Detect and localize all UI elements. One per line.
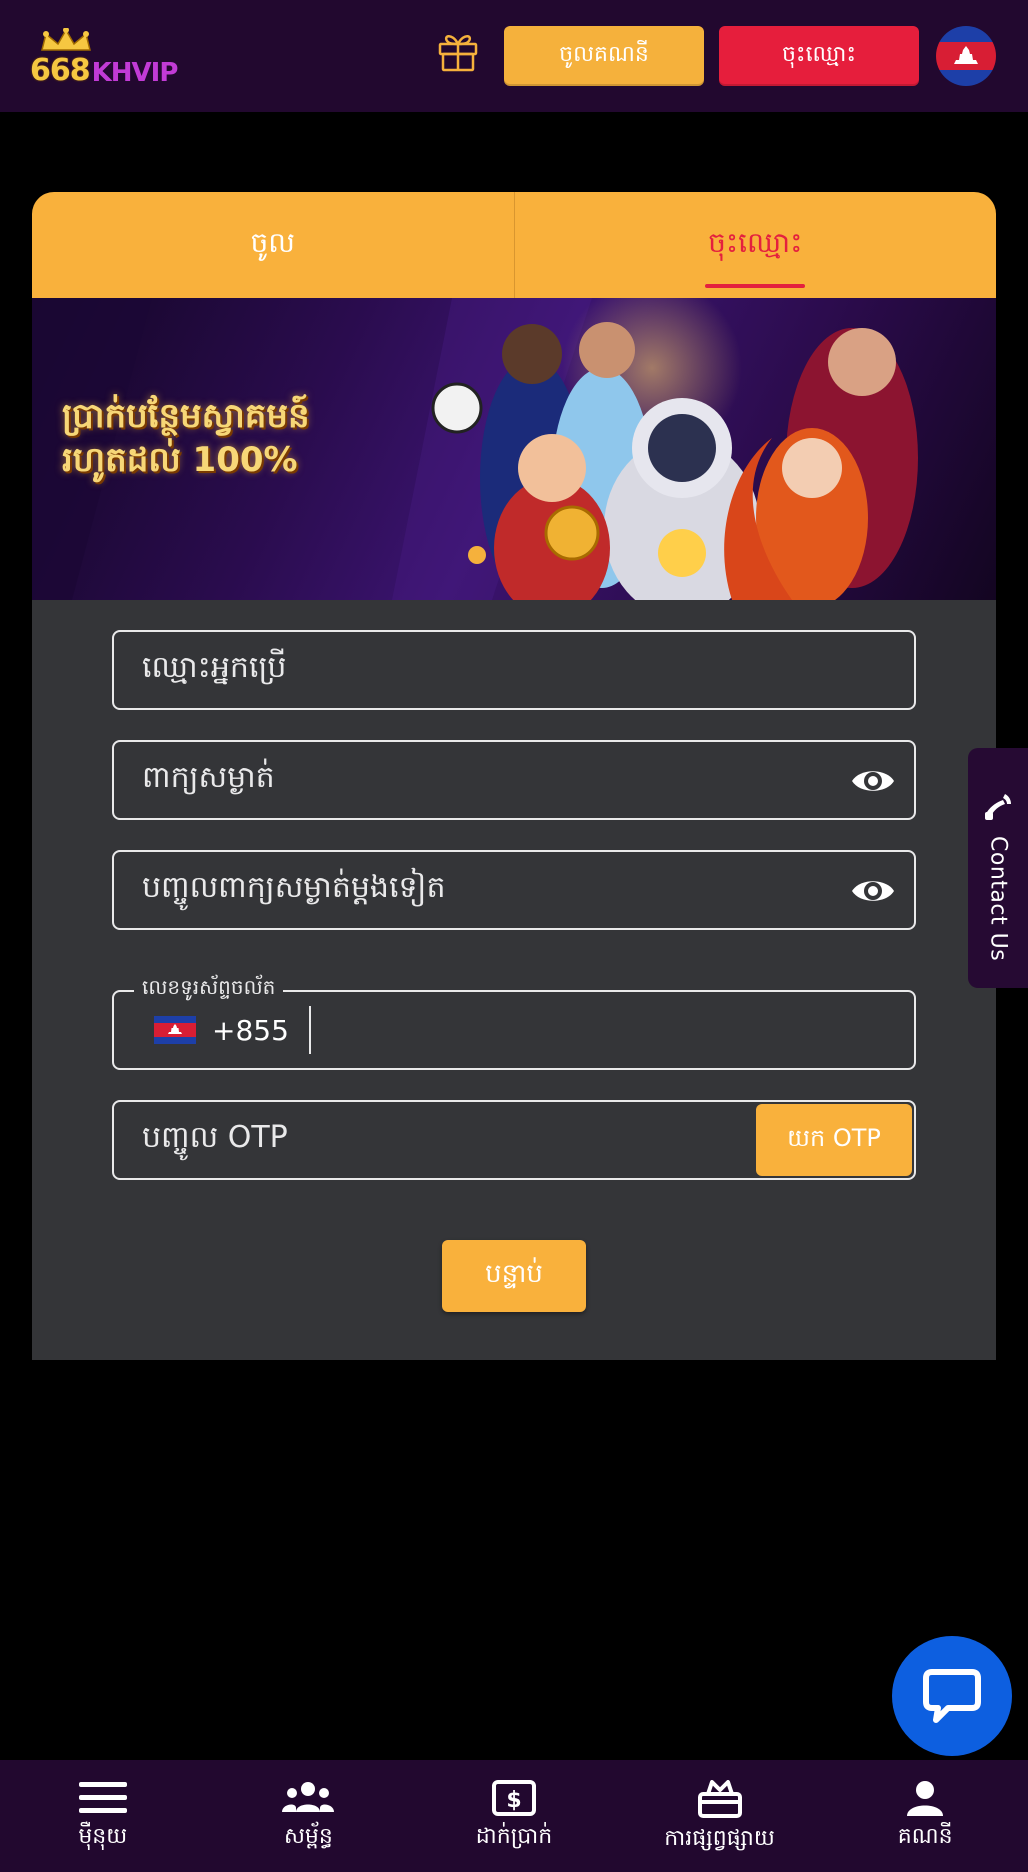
- nav-menu-label: ម៉ឺនុយ: [78, 1824, 128, 1849]
- nav-affiliate-label: សម្ព័ន្ធ: [283, 1824, 333, 1849]
- header-register-button[interactable]: ចុះឈ្មោះ: [719, 26, 919, 86]
- phone-separator: [308, 1006, 311, 1054]
- group-icon: [282, 1782, 335, 1812]
- nav-affiliate[interactable]: សម្ព័ន្ធ: [206, 1760, 412, 1872]
- nav-menu[interactable]: ម៉ឺនុយ: [0, 1760, 206, 1872]
- tab-login-label: ចូល: [250, 225, 295, 259]
- tab-login[interactable]: ចូល: [32, 192, 514, 298]
- live-chat-button[interactable]: [892, 1636, 1012, 1756]
- contact-us-tab[interactable]: Contact Us: [968, 748, 1028, 988]
- confirm-password-placeholder: បញ្ចូលពាក្យសម្ងាត់ម្តងទៀត: [142, 870, 446, 905]
- phone-label: លេខទូរស័ព្ទចល័ត: [134, 974, 284, 1004]
- phone-field[interactable]: លេខទូរស័ព្ទចល័ត +855: [112, 974, 916, 1070]
- nav-promotion-label: ការផ្សព្វផ្សាយ: [664, 1826, 775, 1851]
- active-tab-underline: [705, 284, 806, 288]
- username-field[interactable]: ឈ្មោះអ្នកប្រើ: [112, 630, 916, 710]
- banner-line-1: ប្រាក់បន្ថែមស្វាគមន៍: [62, 396, 310, 436]
- carousel-dot-active[interactable]: [468, 546, 486, 564]
- nav-account[interactable]: គណនី: [822, 1760, 1028, 1872]
- language-flag-button[interactable]: [936, 26, 996, 86]
- deposit-icon: $: [491, 1780, 536, 1816]
- nav-promotion[interactable]: ការផ្សព្វផ្សាយ: [617, 1760, 823, 1872]
- logo-brand: KHVIP: [91, 58, 179, 88]
- contact-us-label: Contact Us: [985, 836, 1011, 962]
- header: 668 KHVIP ចូលគណនី ចុះឈ្មោះ: [0, 0, 1028, 112]
- crown-icon: [41, 28, 91, 51]
- get-otp-button[interactable]: យក OTP: [756, 1104, 912, 1176]
- phone-country-code: +855: [212, 1013, 289, 1047]
- account-icon: [907, 1781, 944, 1816]
- logo-number: 668: [30, 53, 91, 88]
- password-field[interactable]: ពាក្យសម្ងាត់: [112, 740, 916, 820]
- nav-account-label: គណនី: [897, 1824, 953, 1849]
- banner-line-2: រហូតដល់ 100%: [62, 440, 298, 480]
- otp-placeholder: បញ្ចូល OTP: [142, 1120, 288, 1155]
- eye-icon[interactable]: [850, 760, 896, 802]
- logo[interactable]: 668 KHVIP: [30, 28, 210, 88]
- password-placeholder: ពាក្យសម្ងាត់: [142, 760, 275, 795]
- promotion-icon: [697, 1780, 742, 1818]
- banner-headline: ប្រាក់បន្ថែមស្វាគមន៍ រហូតដល់ 100%: [62, 394, 442, 482]
- cambodia-flag-icon[interactable]: [154, 1016, 196, 1044]
- next-button[interactable]: បន្ទាប់: [442, 1240, 586, 1312]
- menu-icon: [78, 1782, 127, 1813]
- tab-register-label: ចុះឈ្មោះ: [708, 225, 803, 259]
- nav-deposit[interactable]: $ ដាក់ប្រាក់: [411, 1760, 617, 1872]
- chat-icon: [923, 1669, 981, 1723]
- svg-text:$: $: [506, 1788, 521, 1813]
- eye-icon[interactable]: [850, 870, 896, 912]
- register-form: ឈ្មោះអ្នកប្រើ ពាក្យសម្ងាត់ បញ្ចូលពាក្យសម…: [32, 600, 996, 1360]
- auth-tabs: ចូល ចុះឈ្មោះ: [32, 192, 996, 298]
- nav-deposit-label: ដាក់ប្រាក់: [475, 1824, 553, 1849]
- otp-field[interactable]: បញ្ចូល OTP យក OTP: [112, 1100, 916, 1180]
- phone-icon: [985, 794, 1011, 820]
- confirm-password-field[interactable]: បញ្ចូលពាក្យសម្ងាត់ម្តងទៀត: [112, 850, 916, 930]
- promo-banner[interactable]: ប្រាក់បន្ថែមស្វាគមន៍ រហូតដល់ 100%: [32, 298, 996, 600]
- tab-register[interactable]: ចុះឈ្មោះ: [513, 192, 997, 298]
- page: 668 KHVIP ចូលគណនី ចុះឈ្មោះ ចូល ចុះឈ្មោះ …: [0, 0, 1028, 1872]
- gift-icon[interactable]: [434, 26, 482, 74]
- header-login-button[interactable]: ចូលគណនី: [504, 26, 704, 86]
- cambodia-flag-icon: [936, 26, 996, 86]
- username-placeholder: ឈ្មោះអ្នកប្រើ: [142, 650, 287, 685]
- bottom-nav: ម៉ឺនុយ សម្ព័ន្ធ $ ដាក់ប្រាក់ ការផ្សព្វផ្…: [0, 1760, 1028, 1872]
